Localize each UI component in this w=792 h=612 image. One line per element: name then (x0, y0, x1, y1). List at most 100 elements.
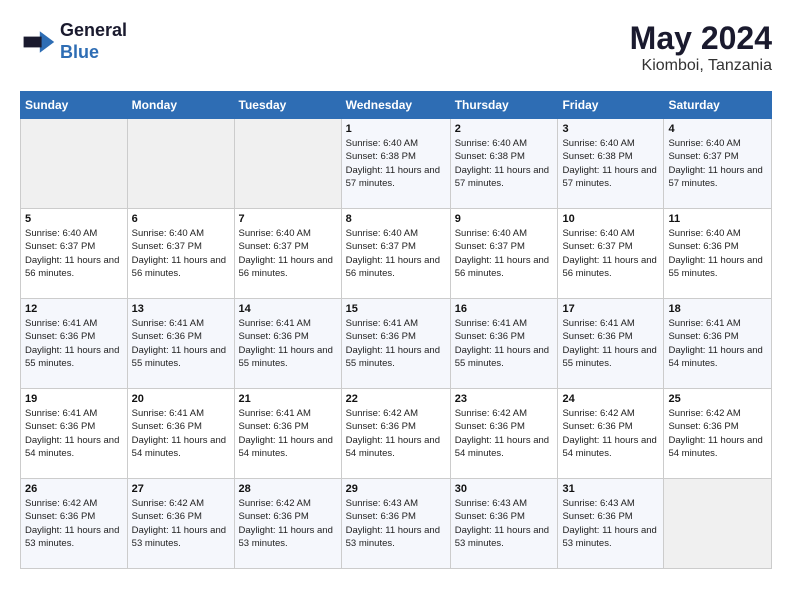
calendar-cell: 21 Sunrise: 6:41 AMSunset: 6:36 PMDaylig… (234, 389, 341, 479)
day-info: Sunrise: 6:41 AMSunset: 6:36 PMDaylight:… (239, 407, 337, 460)
calendar-cell: 2 Sunrise: 6:40 AMSunset: 6:38 PMDayligh… (450, 119, 558, 209)
header-row: SundayMondayTuesdayWednesdayThursdayFrid… (21, 92, 772, 119)
col-header-saturday: Saturday (664, 92, 772, 119)
day-info: Sunrise: 6:40 AMSunset: 6:38 PMDaylight:… (562, 137, 659, 190)
day-info: Sunrise: 6:40 AMSunset: 6:37 PMDaylight:… (562, 227, 659, 280)
day-number: 30 (455, 483, 554, 495)
day-info: Sunrise: 6:43 AMSunset: 6:36 PMDaylight:… (346, 497, 446, 550)
day-number: 3 (562, 123, 659, 135)
calendar-cell: 20 Sunrise: 6:41 AMSunset: 6:36 PMDaylig… (127, 389, 234, 479)
calendar-cell (127, 119, 234, 209)
calendar-cell: 14 Sunrise: 6:41 AMSunset: 6:36 PMDaylig… (234, 299, 341, 389)
calendar-cell: 26 Sunrise: 6:42 AMSunset: 6:36 PMDaylig… (21, 479, 128, 569)
calendar-cell: 8 Sunrise: 6:40 AMSunset: 6:37 PMDayligh… (341, 209, 450, 299)
day-number: 24 (562, 393, 659, 405)
day-info: Sunrise: 6:40 AMSunset: 6:37 PMDaylight:… (132, 227, 230, 280)
day-info: Sunrise: 6:41 AMSunset: 6:36 PMDaylight:… (25, 317, 123, 370)
calendar-cell: 11 Sunrise: 6:40 AMSunset: 6:36 PMDaylig… (664, 209, 772, 299)
calendar-cell: 7 Sunrise: 6:40 AMSunset: 6:37 PMDayligh… (234, 209, 341, 299)
day-number: 12 (25, 303, 123, 315)
day-info: Sunrise: 6:40 AMSunset: 6:37 PMDaylight:… (668, 137, 767, 190)
location: Kiomboi, Tanzania (630, 57, 772, 75)
week-row-4: 19 Sunrise: 6:41 AMSunset: 6:36 PMDaylig… (21, 389, 772, 479)
calendar-cell: 16 Sunrise: 6:41 AMSunset: 6:36 PMDaylig… (450, 299, 558, 389)
day-number: 2 (455, 123, 554, 135)
day-number: 23 (455, 393, 554, 405)
week-row-1: 1 Sunrise: 6:40 AMSunset: 6:38 PMDayligh… (21, 119, 772, 209)
calendar-cell: 28 Sunrise: 6:42 AMSunset: 6:36 PMDaylig… (234, 479, 341, 569)
day-info: Sunrise: 6:42 AMSunset: 6:36 PMDaylight:… (668, 407, 767, 460)
day-number: 16 (455, 303, 554, 315)
calendar-cell: 12 Sunrise: 6:41 AMSunset: 6:36 PMDaylig… (21, 299, 128, 389)
calendar-cell: 3 Sunrise: 6:40 AMSunset: 6:38 PMDayligh… (558, 119, 664, 209)
day-info: Sunrise: 6:41 AMSunset: 6:36 PMDaylight:… (346, 317, 446, 370)
calendar-cell: 19 Sunrise: 6:41 AMSunset: 6:36 PMDaylig… (21, 389, 128, 479)
day-info: Sunrise: 6:40 AMSunset: 6:38 PMDaylight:… (346, 137, 446, 190)
day-number: 9 (455, 213, 554, 225)
calendar-cell: 23 Sunrise: 6:42 AMSunset: 6:36 PMDaylig… (450, 389, 558, 479)
calendar-cell: 30 Sunrise: 6:43 AMSunset: 6:36 PMDaylig… (450, 479, 558, 569)
calendar-cell: 10 Sunrise: 6:40 AMSunset: 6:37 PMDaylig… (558, 209, 664, 299)
calendar-cell (21, 119, 128, 209)
logo-line1: General (60, 20, 127, 42)
calendar-cell: 18 Sunrise: 6:41 AMSunset: 6:36 PMDaylig… (664, 299, 772, 389)
day-info: Sunrise: 6:40 AMSunset: 6:37 PMDaylight:… (239, 227, 337, 280)
calendar-cell: 9 Sunrise: 6:40 AMSunset: 6:37 PMDayligh… (450, 209, 558, 299)
day-number: 8 (346, 213, 446, 225)
calendar-cell: 24 Sunrise: 6:42 AMSunset: 6:36 PMDaylig… (558, 389, 664, 479)
calendar-cell: 31 Sunrise: 6:43 AMSunset: 6:36 PMDaylig… (558, 479, 664, 569)
calendar-table: SundayMondayTuesdayWednesdayThursdayFrid… (20, 91, 772, 569)
calendar-cell: 6 Sunrise: 6:40 AMSunset: 6:37 PMDayligh… (127, 209, 234, 299)
day-info: Sunrise: 6:42 AMSunset: 6:36 PMDaylight:… (455, 407, 554, 460)
day-number: 5 (25, 213, 123, 225)
logo: General Blue (20, 20, 127, 63)
day-info: Sunrise: 6:41 AMSunset: 6:36 PMDaylight:… (25, 407, 123, 460)
day-number: 1 (346, 123, 446, 135)
col-header-monday: Monday (127, 92, 234, 119)
day-info: Sunrise: 6:43 AMSunset: 6:36 PMDaylight:… (562, 497, 659, 550)
day-info: Sunrise: 6:41 AMSunset: 6:36 PMDaylight:… (132, 407, 230, 460)
week-row-3: 12 Sunrise: 6:41 AMSunset: 6:36 PMDaylig… (21, 299, 772, 389)
day-info: Sunrise: 6:41 AMSunset: 6:36 PMDaylight:… (668, 317, 767, 370)
calendar-cell (234, 119, 341, 209)
day-info: Sunrise: 6:42 AMSunset: 6:36 PMDaylight:… (562, 407, 659, 460)
col-header-friday: Friday (558, 92, 664, 119)
month-year: May 2024 (630, 20, 772, 57)
calendar-cell: 22 Sunrise: 6:42 AMSunset: 6:36 PMDaylig… (341, 389, 450, 479)
col-header-sunday: Sunday (21, 92, 128, 119)
day-info: Sunrise: 6:43 AMSunset: 6:36 PMDaylight:… (455, 497, 554, 550)
day-number: 18 (668, 303, 767, 315)
day-info: Sunrise: 6:40 AMSunset: 6:37 PMDaylight:… (346, 227, 446, 280)
day-info: Sunrise: 6:42 AMSunset: 6:36 PMDaylight:… (132, 497, 230, 550)
day-number: 10 (562, 213, 659, 225)
day-info: Sunrise: 6:41 AMSunset: 6:36 PMDaylight:… (132, 317, 230, 370)
calendar-cell: 4 Sunrise: 6:40 AMSunset: 6:37 PMDayligh… (664, 119, 772, 209)
day-number: 29 (346, 483, 446, 495)
day-number: 28 (239, 483, 337, 495)
col-header-thursday: Thursday (450, 92, 558, 119)
day-info: Sunrise: 6:41 AMSunset: 6:36 PMDaylight:… (239, 317, 337, 370)
day-info: Sunrise: 6:40 AMSunset: 6:38 PMDaylight:… (455, 137, 554, 190)
day-number: 6 (132, 213, 230, 225)
day-number: 26 (25, 483, 123, 495)
week-row-2: 5 Sunrise: 6:40 AMSunset: 6:37 PMDayligh… (21, 209, 772, 299)
calendar-cell: 5 Sunrise: 6:40 AMSunset: 6:37 PMDayligh… (21, 209, 128, 299)
title-block: May 2024 Kiomboi, Tanzania (630, 20, 772, 75)
day-number: 22 (346, 393, 446, 405)
calendar-cell: 13 Sunrise: 6:41 AMSunset: 6:36 PMDaylig… (127, 299, 234, 389)
day-number: 25 (668, 393, 767, 405)
day-number: 7 (239, 213, 337, 225)
day-number: 4 (668, 123, 767, 135)
week-row-5: 26 Sunrise: 6:42 AMSunset: 6:36 PMDaylig… (21, 479, 772, 569)
day-number: 17 (562, 303, 659, 315)
day-number: 27 (132, 483, 230, 495)
page-header: General Blue May 2024 Kiomboi, Tanzania (20, 20, 772, 75)
day-info: Sunrise: 6:40 AMSunset: 6:37 PMDaylight:… (455, 227, 554, 280)
calendar-cell: 1 Sunrise: 6:40 AMSunset: 6:38 PMDayligh… (341, 119, 450, 209)
day-number: 21 (239, 393, 337, 405)
day-info: Sunrise: 6:41 AMSunset: 6:36 PMDaylight:… (455, 317, 554, 370)
calendar-cell: 15 Sunrise: 6:41 AMSunset: 6:36 PMDaylig… (341, 299, 450, 389)
day-number: 13 (132, 303, 230, 315)
day-info: Sunrise: 6:40 AMSunset: 6:37 PMDaylight:… (25, 227, 123, 280)
calendar-cell: 25 Sunrise: 6:42 AMSunset: 6:36 PMDaylig… (664, 389, 772, 479)
